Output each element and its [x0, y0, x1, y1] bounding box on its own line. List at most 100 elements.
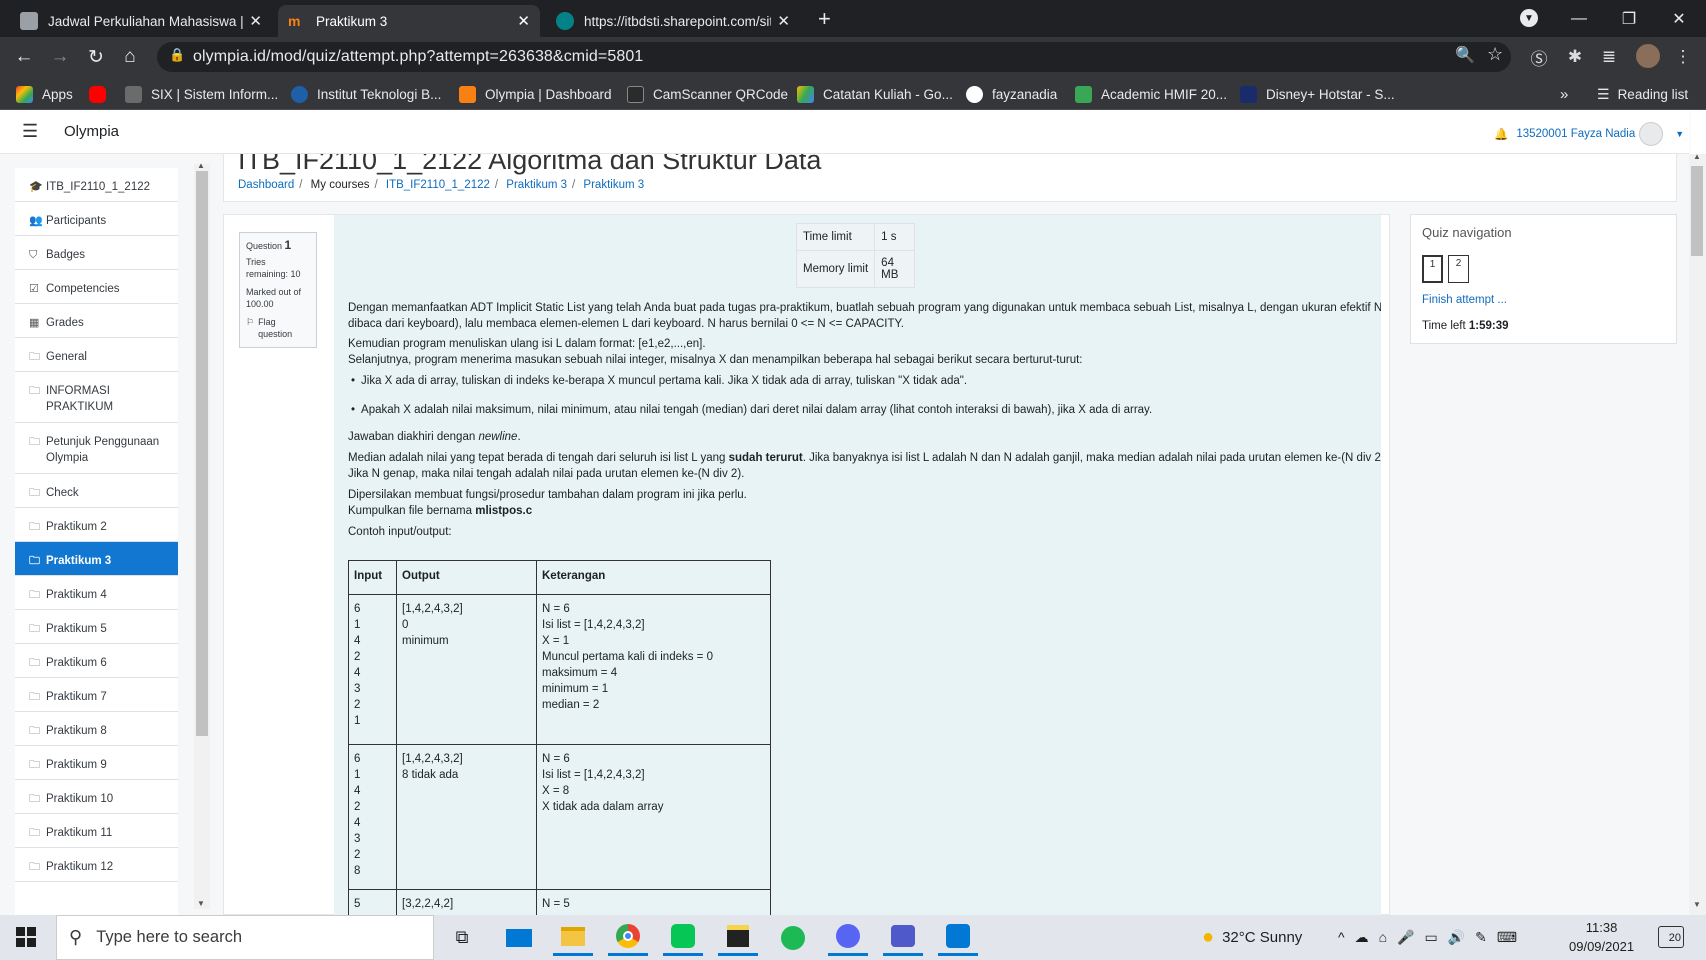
scroll-up-icon[interactable]: ▲ — [1693, 152, 1701, 161]
sidebar-item-badges[interactable]: ⛉ Badges — [15, 236, 178, 270]
flag-question-button[interactable]: ⚐ Flag question — [246, 316, 310, 340]
sidebar-item-praktikum-8[interactable]: 🗀 Praktikum 8 — [15, 712, 178, 746]
close-icon[interactable]: ✕ — [517, 12, 530, 30]
restore-button[interactable]: ❐ — [1606, 0, 1652, 37]
windows-start-icon[interactable] — [16, 927, 36, 947]
camscanner-icon — [627, 85, 644, 103]
scroll-down-icon[interactable]: ▼ — [1693, 900, 1701, 909]
notification-bell-icon[interactable]: 🔔 — [1494, 127, 1508, 141]
sidebar-item-competencies[interactable]: ☑ Competencies — [15, 270, 178, 304]
line: 8 tidak ada — [402, 769, 459, 781]
sidebar-item-praktikum-12[interactable]: 🗀 Praktikum 12 — [15, 848, 178, 882]
sidebar-item-participants[interactable]: 👥 Participants — [15, 202, 178, 236]
window-close-button[interactable]: ✕ — [1656, 0, 1702, 37]
teams-icon[interactable] — [883, 919, 923, 956]
sidebar-item-praktikum-7[interactable]: 🗀 Praktikum 7 — [15, 678, 178, 712]
sidebar-scroll-thumb[interactable] — [196, 171, 208, 736]
bookmark-youtube[interactable] — [89, 83, 115, 105]
sidebar-item-itb-if2110-1-2122[interactable]: 🎓 ITB_IF2110_1_2122 — [15, 168, 178, 202]
notification-center-icon[interactable]: 20 — [1658, 926, 1684, 948]
vscode-icon[interactable] — [938, 919, 978, 956]
bookmark-github[interactable]: fayzanadia — [966, 83, 1057, 105]
scroll-down-icon[interactable]: ▼ — [197, 899, 205, 908]
sidebar-item-praktikum-10[interactable]: 🗀 Praktikum 10 — [15, 780, 178, 814]
bookmark-star-icon[interactable]: ☆ — [1487, 44, 1503, 65]
bookmark-itb[interactable]: Institut Teknologi B... — [291, 83, 441, 105]
sidebar-item-praktikum-5[interactable]: 🗀 Praktikum 5 — [15, 610, 178, 644]
sidebar-item-praktikum-11[interactable]: 🗀 Praktikum 11 — [15, 814, 178, 848]
weather-widget[interactable]: ● 32°C Sunny — [1202, 915, 1302, 960]
drawer-toggle-icon[interactable]: ☰ — [22, 121, 38, 142]
course-sidebar: 🎓 ITB_IF2110_1_2122 👥 Participants ⛉ Badges ☑ C… — [15, 168, 178, 915]
clock[interactable]: 11:38 09/09/2021 — [1569, 918, 1634, 956]
bookmark-six[interactable]: SIX | Sistem Inform... — [125, 83, 278, 105]
sidebar-item-informasi-praktikum[interactable]: 🗀 INFORMASI PRAKTIKUM — [15, 372, 178, 423]
sidebar-item-check[interactable]: 🗀 Check — [15, 474, 178, 508]
bookmark-olympia[interactable]: Olympia | Dashboard — [459, 83, 612, 105]
sidebar-item-praktikum-3[interactable]: 🗀 Praktikum 3 — [15, 542, 178, 576]
tab-search-icon[interactable]: ▼ — [1520, 9, 1538, 27]
site-brand[interactable]: Olympia — [64, 123, 119, 140]
user-menu[interactable]: 🔔 13520001 Fayza Nadia ▼ — [1494, 122, 1684, 146]
forward-button[interactable]: → — [44, 37, 76, 77]
sidebar-item-praktikum-9[interactable]: 🗀 Praktikum 9 — [15, 746, 178, 780]
tab-praktikum-3[interactable]: m Praktikum 3 ✕ — [278, 5, 540, 37]
breadcrumb-section[interactable]: Praktikum 3 — [506, 179, 567, 191]
skype-icon[interactable]: Ⓢ — [1524, 37, 1554, 77]
bookmark-hmif[interactable]: Academic HMIF 20... — [1075, 83, 1227, 105]
home-button[interactable]: ⌂ — [114, 37, 146, 77]
zoom-icon[interactable]: 🔍 — [1455, 45, 1475, 65]
new-tab-button[interactable]: + — [818, 6, 831, 32]
apps-grid-icon — [16, 85, 33, 103]
sidebar-item-petunjuk-penggunaan-olympia[interactable]: 🗀 Petunjuk Penggunaan Olympia — [15, 423, 178, 474]
scroll-up-icon[interactable]: ▲ — [197, 161, 205, 170]
bookmark-apps[interactable]: Apps — [16, 83, 73, 105]
main-region: Question 1 Tries remaining: 10 Marked ou… — [223, 214, 1390, 915]
sidebar-item-grades[interactable]: ▦ Grades — [15, 304, 178, 338]
close-icon[interactable]: ✕ — [249, 12, 262, 30]
page-scroll-thumb[interactable] — [1691, 166, 1703, 256]
sidebar-item-label: Praktikum 2 — [46, 521, 107, 533]
sidebar-item-general[interactable]: 🗀 General — [15, 338, 178, 372]
breadcrumb-dashboard[interactable]: Dashboard — [238, 179, 294, 191]
bookmarks-overflow[interactable]: » — [1560, 83, 1568, 105]
media-icon[interactable]: ≣ — [1594, 37, 1624, 77]
line-icon[interactable] — [663, 919, 703, 956]
page-scrollbar[interactable]: ▲ ▼ — [1689, 152, 1706, 915]
discord-icon[interactable] — [828, 919, 868, 956]
sidebar-item-praktikum-6[interactable]: 🗀 Praktikum 6 — [15, 644, 178, 678]
extensions-icon[interactable]: ✱ — [1560, 37, 1590, 77]
bookmark-camscanner[interactable]: CamScanner QRCode — [627, 83, 788, 105]
reload-button[interactable]: ↻ — [80, 37, 112, 77]
back-button[interactable]: ← — [8, 37, 40, 77]
sticky-notes-icon[interactable] — [718, 919, 758, 956]
sis-icon — [20, 12, 38, 30]
question-nav-button-2[interactable]: 2 — [1448, 255, 1469, 283]
address-bar[interactable]: 🔒 olympia.id/mod/quiz/attempt.php?attemp… — [157, 42, 1511, 72]
finish-attempt-link[interactable]: Finish attempt ... — [1422, 294, 1507, 306]
page-title: ITB_IF2110_1_2122 Algoritma dan Struktur… — [238, 154, 822, 175]
tab-sharepoint[interactable]: https://itbdsti.sharepoint.com/sit ✕ — [546, 5, 800, 37]
file-explorer-icon[interactable] — [553, 919, 593, 956]
sidebar-item-praktikum-4[interactable]: 🗀 Praktikum 4 — [15, 576, 178, 610]
spotify-icon[interactable] — [773, 919, 813, 956]
taskbar-search[interactable]: ⚲ Type here to search — [56, 915, 434, 960]
limits-table: Time limit 1 s Memory limit 64 MB — [795, 223, 916, 288]
profile-avatar[interactable] — [1636, 44, 1660, 68]
breadcrumb-quiz[interactable]: Praktikum 3 — [583, 179, 644, 191]
bookmark-drive[interactable]: Catatan Kuliah - Go... — [797, 83, 953, 105]
url-text[interactable]: olympia.id/mod/quiz/attempt.php?attempt=… — [193, 48, 643, 66]
sidebar-item-praktikum-2[interactable]: 🗀 Praktikum 2 — [15, 508, 178, 542]
tab-jadwal[interactable]: Jadwal Perkuliahan Mahasiswa | S ✕ — [10, 5, 272, 37]
menu-icon[interactable]: ⋮ — [1668, 37, 1698, 77]
mail-icon[interactable] — [499, 919, 539, 956]
task-view-icon[interactable]: ⧉ — [442, 919, 482, 956]
reading-list-button[interactable]: ☰ Reading list — [1597, 83, 1688, 105]
breadcrumb-course[interactable]: ITB_IF2110_1_2122 — [386, 179, 490, 191]
system-tray-icons[interactable]: ^☁⌂🎤▭🔊✎⌨ — [1338, 915, 1527, 960]
question-nav-button-1[interactable]: 1 — [1422, 255, 1443, 283]
chrome-icon[interactable] — [608, 919, 648, 956]
close-icon[interactable]: ✕ — [777, 12, 790, 30]
bookmark-hotstar[interactable]: Disney+ Hotstar - S... — [1240, 83, 1395, 105]
minimize-button[interactable]: — — [1556, 0, 1602, 37]
